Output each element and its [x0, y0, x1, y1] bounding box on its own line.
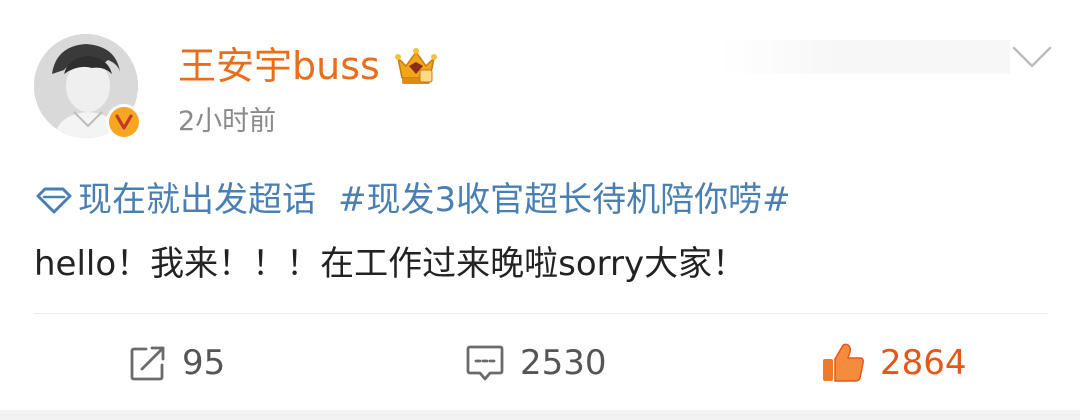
comment-count: 2530: [520, 343, 607, 383]
username-row: 王安宇buss: [178, 38, 440, 94]
chevron-down-icon[interactable]: [1010, 44, 1054, 70]
verified-badge: [106, 104, 142, 140]
crown-vip-icon[interactable]: [392, 44, 440, 88]
header-fade: [720, 40, 1010, 74]
post-time[interactable]: 2小时前: [178, 108, 276, 135]
diamond-supertopic-icon: [36, 187, 72, 214]
action-bar: 95 2530 2864: [0, 332, 1080, 394]
post-body: hello！我来！！！在工作过来晚啦sorry大家！: [34, 244, 747, 284]
thumbs-up-icon: [823, 343, 864, 382]
share-arrow-icon: [130, 346, 165, 381]
topic-line: 现在就出发超话 #现发3收官超长待机陪你唠#: [34, 178, 791, 222]
divider: [34, 313, 1048, 314]
hashtag-link[interactable]: #现发3收官超长待机陪你唠#: [338, 183, 791, 217]
like-button[interactable]: 2864: [820, 332, 967, 394]
supertopic-link[interactable]: 现在就出发超话: [78, 183, 316, 217]
repost-count: 95: [182, 343, 226, 383]
bottom-separator: [0, 410, 1080, 420]
verified-v-icon: [109, 107, 139, 137]
like-count: 2864: [880, 343, 967, 383]
username[interactable]: 王安宇buss: [178, 47, 380, 85]
repost-button[interactable]: 95: [128, 332, 225, 394]
comment-button[interactable]: 2530: [464, 332, 607, 394]
comment-bubble-icon: [466, 345, 504, 381]
avatar-container[interactable]: [34, 34, 142, 142]
weibo-post-card: 王安宇buss 2小时前 现在就出发超话 #现发3收官超长待机陪你唠# hell…: [0, 0, 1080, 420]
